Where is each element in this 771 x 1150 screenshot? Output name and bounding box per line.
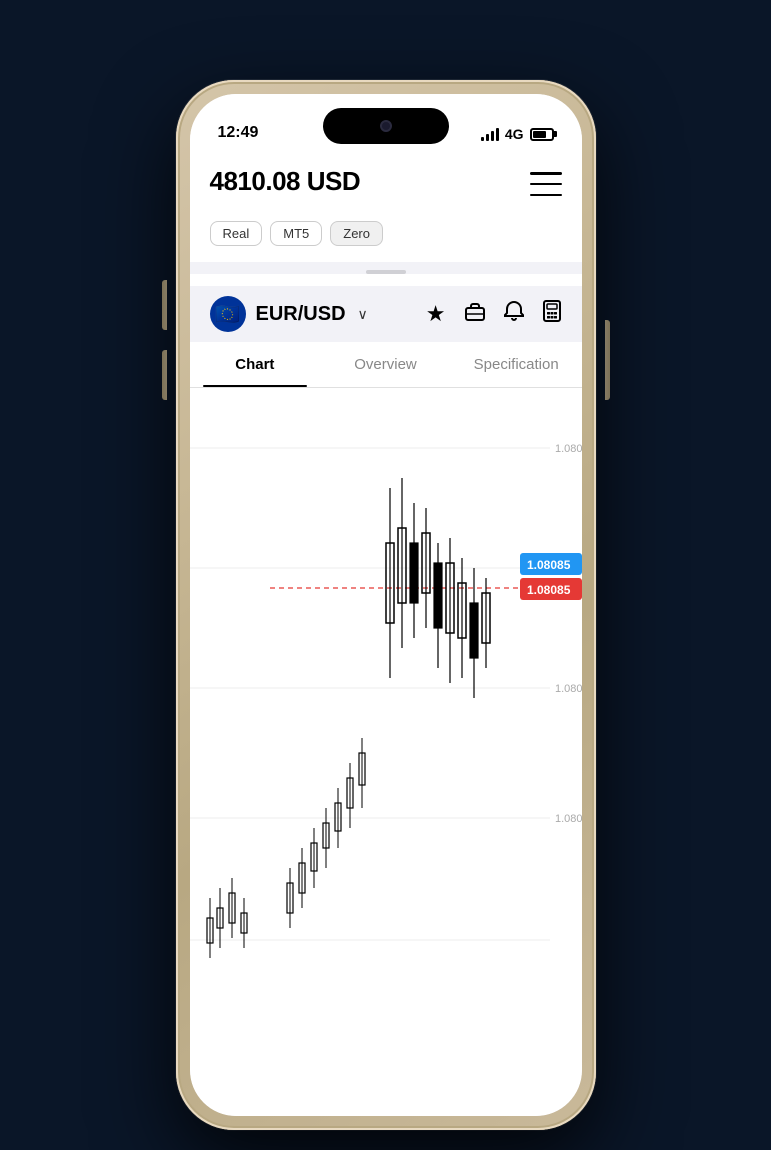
hamburger-line-1 <box>530 172 562 175</box>
phone-screen: 12:49 4G 4810.08 USD <box>190 94 582 1116</box>
signal-bar-4 <box>496 128 499 141</box>
account-balance: 4810.08 USD <box>210 166 361 197</box>
instrument-left: 🇪🇺 EUR/USD ∨ <box>210 296 368 332</box>
sheet-handle-area <box>190 262 582 274</box>
dynamic-island <box>323 108 449 144</box>
status-icons: 4G <box>481 126 554 142</box>
chart-svg: 1.08097 1.08075 1.08053 1.08030 1.08085 … <box>190 388 582 988</box>
drag-handle <box>366 270 406 274</box>
signal-bar-2 <box>486 134 489 141</box>
account-tags: Real MT5 Zero <box>190 221 582 262</box>
chart-area[interactable]: 1.08097 1.08075 1.08053 1.08030 1.08085 … <box>190 388 582 988</box>
signal-bar-3 <box>491 131 494 141</box>
tab-chart[interactable]: Chart <box>190 342 321 387</box>
volume-down-button[interactable] <box>162 350 167 400</box>
alert-bell-icon[interactable] <box>504 300 524 328</box>
account-info: 4810.08 USD <box>210 166 361 197</box>
svg-text:1.08085: 1.08085 <box>527 583 571 597</box>
svg-text:1.08097: 1.08097 <box>555 443 582 455</box>
svg-text:1.08053: 1.08053 <box>555 683 582 695</box>
hamburger-button[interactable] <box>530 172 562 196</box>
tabs-bar: Chart Overview Specification <box>190 342 582 388</box>
power-button[interactable] <box>605 320 610 400</box>
volume-up-button[interactable] <box>162 280 167 330</box>
tag-zero[interactable]: Zero <box>330 221 383 246</box>
tab-specification[interactable]: Specification <box>451 342 582 387</box>
instrument-flag: 🇪🇺 <box>210 296 246 332</box>
status-time: 12:49 <box>218 124 259 142</box>
tab-overview[interactable]: Overview <box>320 342 451 387</box>
favorite-star-icon[interactable]: ★ <box>426 301 446 327</box>
hamburger-line-2 <box>530 183 562 186</box>
camera-dot <box>380 120 392 132</box>
battery-icon <box>530 128 554 141</box>
svg-text:1.08085: 1.08085 <box>527 558 571 572</box>
tag-real[interactable]: Real <box>210 221 263 246</box>
account-header: 4810.08 USD <box>190 150 582 211</box>
hamburger-line-3 <box>530 194 562 197</box>
calculator-icon[interactable] <box>542 300 562 328</box>
instrument-header: 🇪🇺 EUR/USD ∨ ★ <box>190 286 582 342</box>
battery-fill <box>533 131 547 138</box>
signal-bar-1 <box>481 137 484 141</box>
phone-device: 12:49 4G 4810.08 USD <box>176 80 596 1130</box>
tag-mt5[interactable]: MT5 <box>270 221 322 246</box>
network-type-label: 4G <box>505 126 524 142</box>
instrument-actions: ★ <box>426 300 562 328</box>
svg-text:1.08030: 1.08030 <box>555 813 582 825</box>
instrument-name[interactable]: EUR/USD <box>256 303 346 326</box>
app-content: 4810.08 USD Real MT5 Zero <box>190 150 582 1116</box>
trade-briefcase-icon[interactable] <box>464 301 486 327</box>
chevron-down-icon[interactable]: ∨ <box>358 306 368 323</box>
signal-bars-icon <box>481 127 499 141</box>
